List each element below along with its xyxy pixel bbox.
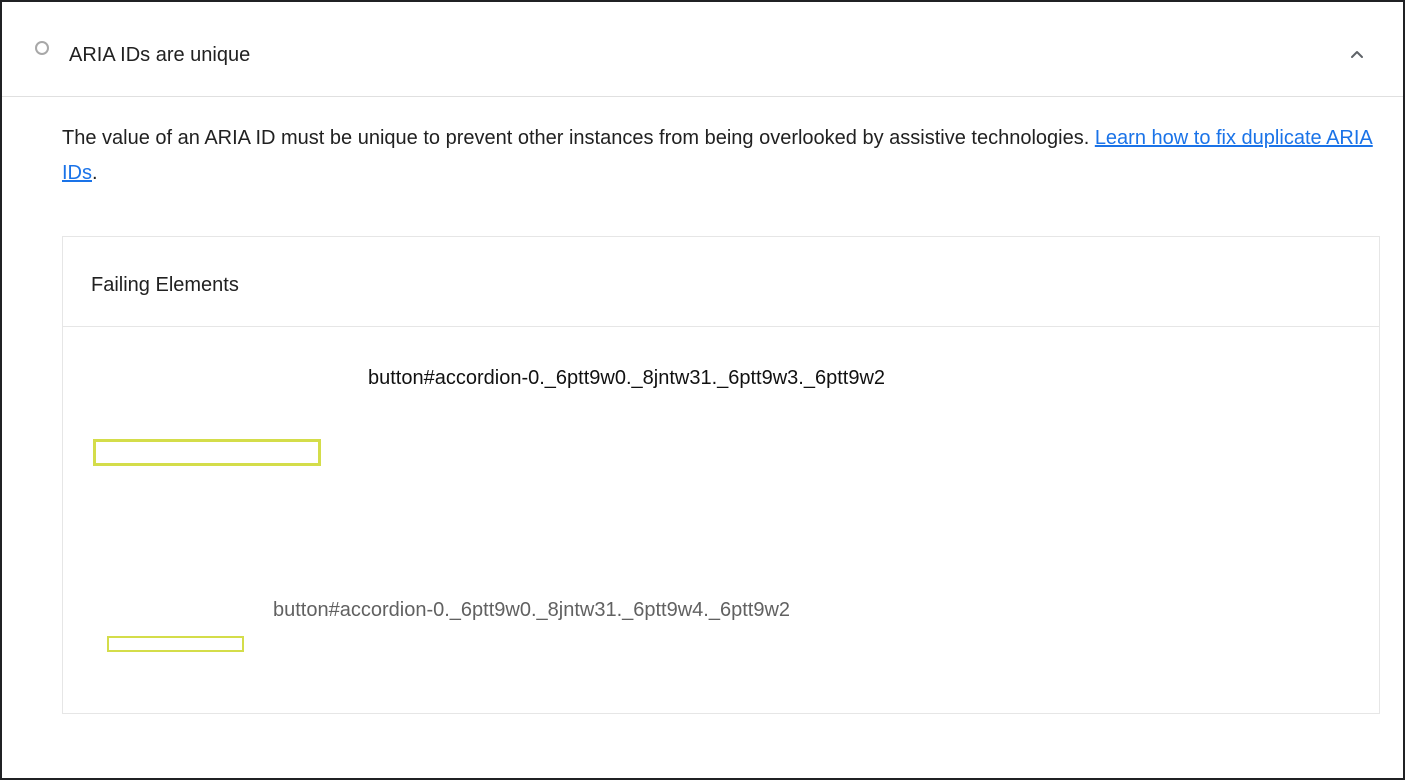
element-screenshot-thumbnail [107, 636, 244, 652]
audit-description: The value of an ARIA ID must be unique t… [62, 121, 1382, 191]
table-header: Failing Elements [63, 237, 1379, 327]
table-header-label: Failing Elements [91, 274, 239, 296]
failing-elements-table: Failing Elements button#accordion-0._6pt… [62, 236, 1380, 714]
failing-element-snippet: button#accordion-0._6ptt9w0._8jntw31._6p… [368, 367, 886, 389]
audit-header[interactable]: ARIA IDs are unique [2, 2, 1403, 97]
audit-title: ARIA IDs are unique [69, 44, 251, 66]
failing-element-snippet: button#accordion-0._6ptt9w0._8jntw31._6p… [273, 599, 791, 621]
element-screenshot-thumbnail [93, 439, 321, 466]
chevron-up-icon[interactable] [1347, 44, 1367, 64]
description-text: The value of an ARIA ID must be unique t… [62, 127, 1095, 149]
status-circle-icon [35, 41, 49, 55]
audit-panel: ARIA IDs are unique The value of an ARIA… [0, 0, 1405, 780]
description-period: . [92, 162, 98, 184]
